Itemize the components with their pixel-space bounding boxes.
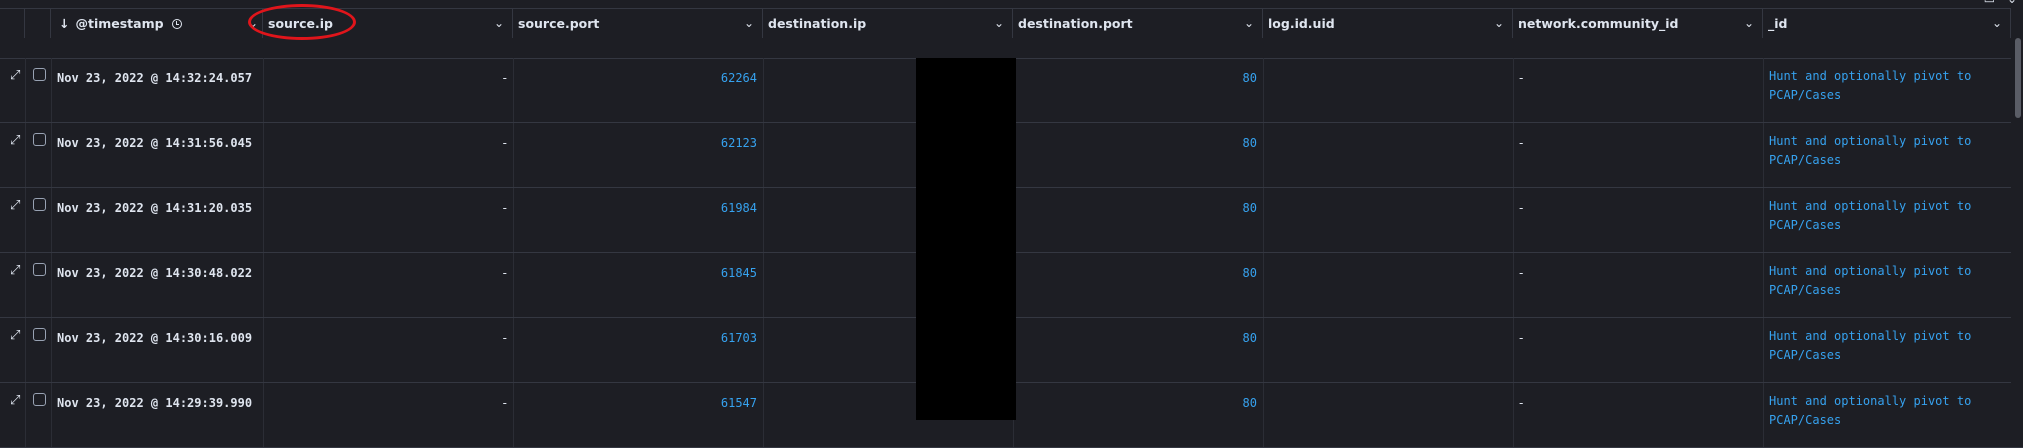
vertical-scrollbar[interactable] [2011, 8, 2023, 447]
community-id-cell: - [1519, 396, 1524, 410]
header-log-id-uid[interactable]: log.id.uid ⌄ [1263, 9, 1513, 38]
hunt-link-line2[interactable]: PCAP/Cases [1769, 348, 1841, 362]
source-port-cell[interactable]: 62123 [513, 136, 757, 150]
row-checkbox[interactable] [33, 393, 46, 406]
chevron-down-icon[interactable]: ⌄ [2007, 0, 2017, 6]
chevron-down-icon[interactable]: ⌄ [494, 9, 504, 38]
header-source-port[interactable]: source.port ⌄ [513, 9, 763, 38]
header-expand-col [0, 9, 25, 38]
id-cell[interactable]: Hunt and optionally pivot to PCAP/Cases [1769, 132, 1999, 170]
source-port-cell[interactable]: 61845 [513, 266, 757, 280]
source-port-cell[interactable]: 61703 [513, 331, 757, 345]
hunt-link-line2[interactable]: PCAP/Cases [1769, 413, 1841, 427]
timestamp-cell: Nov 23, 2022 @ 14:30:16.009 [57, 331, 253, 345]
timestamp-cell: Nov 23, 2022 @ 14:31:56.045 [57, 136, 253, 150]
id-cell[interactable]: Hunt and optionally pivot to PCAP/Cases [1769, 327, 1999, 365]
chevron-down-icon[interactable]: ⌄ [1992, 9, 2002, 38]
annotation-circle [248, 4, 356, 40]
data-grid: ▭ ⌄ ↓@timestamp ⌄ source.ip⌄ source.port… [0, 0, 2023, 448]
source-ip-cell: - [502, 136, 507, 150]
header-destination-ip[interactable]: destination.ip ⌄ [763, 9, 1013, 38]
header-network-community-id[interactable]: network.community_id ⌄ [1513, 9, 1763, 38]
hunt-link-line1[interactable]: Hunt and optionally pivot to [1769, 394, 1971, 408]
hunt-link-line2[interactable]: PCAP/Cases [1769, 218, 1841, 232]
community-id-cell: - [1519, 331, 1524, 345]
header-destination-port[interactable]: destination.port ⌄ [1013, 9, 1263, 38]
row-checkbox[interactable] [33, 133, 46, 146]
source-port-cell[interactable]: 61984 [513, 201, 757, 215]
chevron-down-icon[interactable]: ⌄ [1744, 9, 1754, 38]
expand-icon[interactable]: ⤢ [10, 68, 26, 84]
row-checkbox[interactable] [33, 328, 46, 341]
source-port-cell[interactable]: 61547 [513, 396, 757, 410]
timestamp-cell: Nov 23, 2022 @ 14:29:39.990 [57, 396, 253, 410]
header-select-col [25, 9, 51, 38]
header-id[interactable]: _id ⌄ [1763, 9, 2011, 38]
expand-icon[interactable]: ⤢ [10, 198, 26, 214]
chevron-down-icon[interactable]: ⌄ [994, 9, 1004, 38]
destination-port-cell[interactable]: 80 [1013, 331, 1257, 345]
chevron-down-icon[interactable]: ⌄ [744, 9, 754, 38]
hunt-link-line1[interactable]: Hunt and optionally pivot to [1769, 134, 1971, 148]
hunt-link-line2[interactable]: PCAP/Cases [1769, 153, 1841, 167]
chevron-down-icon[interactable]: ⌄ [1244, 9, 1254, 38]
row-checkbox[interactable] [33, 68, 46, 81]
minimize-icon[interactable]: ▭ [1984, 0, 1995, 6]
source-ip-cell: - [502, 396, 507, 410]
window-controls: ▭ ⌄ [1984, 0, 2017, 6]
community-id-cell: - [1519, 201, 1524, 215]
chevron-down-icon[interactable]: ⌄ [1494, 9, 1504, 38]
community-id-cell: - [1519, 266, 1524, 280]
clock-icon [171, 19, 182, 29]
id-cell[interactable]: Hunt and optionally pivot to PCAP/Cases [1769, 392, 1999, 430]
arrow-down-icon[interactable]: ↓ [59, 16, 69, 31]
hunt-link-line1[interactable]: Hunt and optionally pivot to [1769, 69, 1971, 83]
expand-icon[interactable]: ⤢ [10, 263, 26, 279]
expand-icon[interactable]: ⤢ [10, 133, 26, 149]
header-timestamp[interactable]: ↓ @timestamp ⌄ [51, 9, 263, 38]
grid-subheader [0, 38, 2023, 59]
source-ip-cell: - [502, 201, 507, 215]
id-cell[interactable]: Hunt and optionally pivot to PCAP/Cases [1769, 67, 1999, 105]
hunt-link-line1[interactable]: Hunt and optionally pivot to [1769, 329, 1971, 343]
community-id-cell: - [1519, 71, 1524, 85]
destination-port-cell[interactable]: 80 [1013, 201, 1257, 215]
hunt-link-line2[interactable]: PCAP/Cases [1769, 283, 1841, 297]
id-cell[interactable]: Hunt and optionally pivot to PCAP/Cases [1769, 197, 1999, 235]
destination-port-cell[interactable]: 80 [1013, 396, 1257, 410]
hunt-link-line2[interactable]: PCAP/Cases [1769, 88, 1841, 102]
destination-port-cell[interactable]: 80 [1013, 71, 1257, 85]
timestamp-cell: Nov 23, 2022 @ 14:32:24.057 [57, 71, 253, 85]
expand-icon[interactable]: ⤢ [10, 328, 26, 344]
destination-port-cell[interactable]: 80 [1013, 136, 1257, 150]
row-checkbox[interactable] [33, 198, 46, 211]
source-ip-cell: - [502, 331, 507, 345]
community-id-cell: - [1519, 136, 1524, 150]
source-port-cell[interactable]: 62264 [513, 71, 757, 85]
row-checkbox[interactable] [33, 263, 46, 276]
redaction-block [916, 58, 1016, 420]
source-ip-cell: - [502, 266, 507, 280]
hunt-link-line1[interactable]: Hunt and optionally pivot to [1769, 264, 1971, 278]
hunt-link-line1[interactable]: Hunt and optionally pivot to [1769, 199, 1971, 213]
source-ip-cell: - [502, 71, 507, 85]
id-cell[interactable]: Hunt and optionally pivot to PCAP/Cases [1769, 262, 1999, 300]
timestamp-cell: Nov 23, 2022 @ 14:31:20.035 [57, 201, 253, 215]
timestamp-cell: Nov 23, 2022 @ 14:30:48.022 [57, 266, 253, 280]
scrollbar-thumb[interactable] [2015, 38, 2021, 118]
expand-icon[interactable]: ⤢ [10, 393, 26, 409]
destination-port-cell[interactable]: 80 [1013, 266, 1257, 280]
